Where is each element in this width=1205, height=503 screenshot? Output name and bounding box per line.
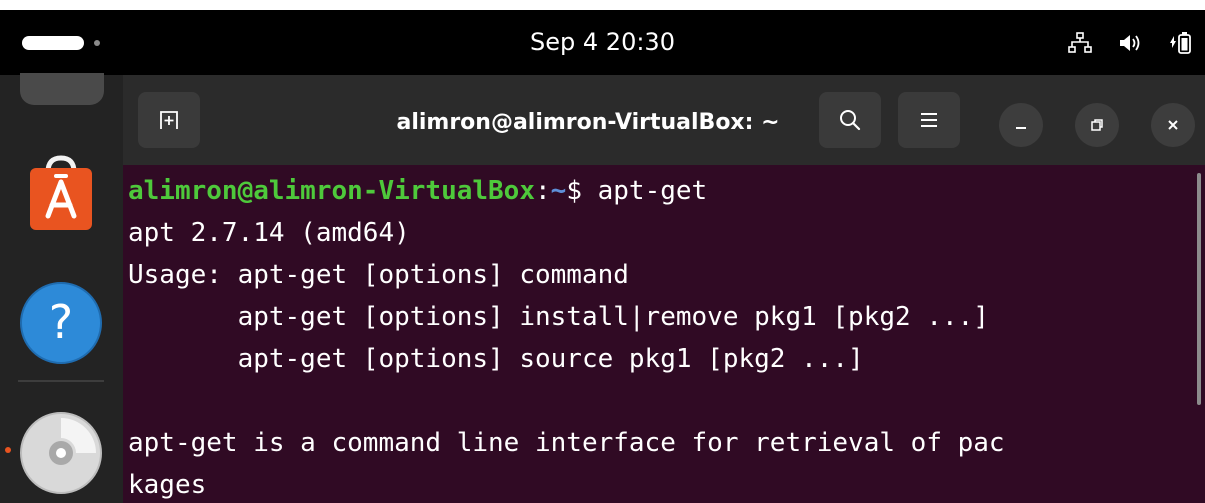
disc-icon[interactable] <box>18 410 104 496</box>
menu-icon <box>921 113 937 127</box>
search-icon <box>840 110 861 131</box>
output-line: Usage: apt-get [options] command <box>128 260 629 290</box>
terminal-output[interactable]: alimron@alimron-VirtualBox:~$ apt-get ap… <box>128 170 1198 503</box>
workspace-inactive-indicator <box>94 40 100 46</box>
app-center-icon[interactable] <box>18 150 104 236</box>
prompt-separator: : <box>535 176 551 206</box>
close-button[interactable] <box>1151 103 1195 147</box>
terminal-window[interactable]: alimron@alimron-VirtualBox: ~ alimron@al… <box>123 75 1205 503</box>
new-tab-icon <box>160 111 178 129</box>
help-icon[interactable]: ? <box>18 280 104 366</box>
clock-label[interactable]: Sep 4 20:30 <box>530 28 675 56</box>
output-line: apt 2.7.14 (amd64) <box>128 218 410 248</box>
prompt-user-host: alimron@alimron-VirtualBox <box>128 176 535 206</box>
dock: ? <box>0 73 123 503</box>
running-indicator <box>5 447 11 453</box>
close-icon <box>1168 120 1178 130</box>
new-tab-button[interactable] <box>138 92 200 148</box>
output-line: apt-get [options] install|remove pkg1 [p… <box>128 302 989 332</box>
system-tray[interactable] <box>1067 28 1193 58</box>
window-headerbar[interactable]: alimron@alimron-VirtualBox: ~ <box>123 75 1205 165</box>
prompt-line: alimron@alimron-VirtualBox:~$ apt-get <box>128 170 707 212</box>
minimize-button[interactable] <box>999 103 1043 147</box>
minimize-icon <box>1016 127 1026 129</box>
output-line: apt-get is a command line interface for … <box>128 428 1005 458</box>
maximize-icon <box>1091 119 1103 131</box>
network-icon <box>1068 32 1092 53</box>
maximize-button[interactable] <box>1075 103 1119 147</box>
volume-icon <box>1120 35 1140 51</box>
output-line: apt-get [options] source pkg1 [pkg2 ...] <box>128 344 864 374</box>
search-button[interactable] <box>819 92 881 148</box>
prompt-path: ~ <box>550 176 567 206</box>
dock-divider <box>18 380 104 382</box>
output-line: kages <box>128 470 207 500</box>
top-bar: Sep 4 20:30 <box>0 10 1205 75</box>
menu-button[interactable] <box>898 92 960 148</box>
scrollbar[interactable] <box>1197 173 1201 405</box>
desktop-screen: Sep 4 20:30 ? alimron@alimron-VirtualBox… <box>0 10 1205 503</box>
activities-indicator[interactable] <box>22 36 112 50</box>
prompt-symbol: $ <box>566 176 582 206</box>
dock-app-partial[interactable] <box>20 73 104 105</box>
window-title: alimron@alimron-VirtualBox: ~ <box>396 110 780 135</box>
prompt-command: apt-get <box>581 176 708 206</box>
battery-icon <box>1170 32 1191 54</box>
workspace-active-indicator <box>22 36 84 50</box>
svg-text:?: ? <box>49 295 73 349</box>
